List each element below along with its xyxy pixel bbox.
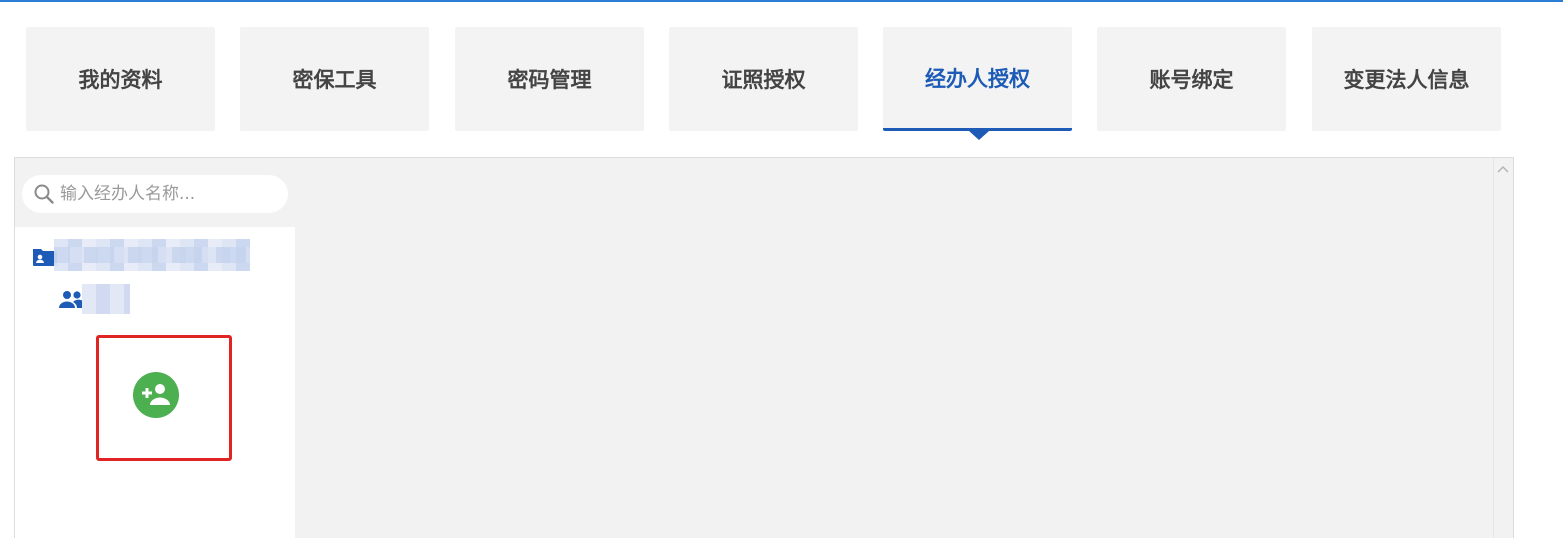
tab-agent-authorization[interactable]: 经办人授权 — [883, 27, 1072, 131]
tree-group-node[interactable] — [58, 284, 148, 314]
tab-security-tools[interactable]: 密保工具 — [240, 27, 429, 131]
vertical-scrollbar[interactable] — [1493, 158, 1513, 538]
tab-label: 账号绑定 — [1149, 68, 1234, 92]
tab-label: 密码管理 — [507, 68, 592, 92]
highlight-box — [96, 335, 232, 461]
page: 我的资料 密保工具 密码管理 证照授权 经办人授权 账号绑定 变更法人信息 — [0, 0, 1563, 538]
active-tab-indicator — [969, 131, 989, 140]
tab-label: 密保工具 — [292, 68, 377, 92]
search-icon — [34, 184, 54, 204]
add-agent-button[interactable] — [133, 372, 179, 418]
agent-sidebar — [15, 158, 296, 538]
search-input[interactable] — [60, 181, 275, 207]
agent-tree — [15, 227, 295, 538]
blurred-group-name — [82, 284, 130, 314]
tree-org-node[interactable] — [32, 239, 272, 271]
tab-password-management[interactable]: 密码管理 — [455, 27, 644, 131]
blurred-org-name — [54, 239, 250, 271]
tab-change-legal-person[interactable]: 变更法人信息 — [1312, 27, 1501, 131]
tab-label: 变更法人信息 — [1343, 68, 1470, 92]
agent-authorization-panel — [14, 157, 1514, 538]
add-user-icon — [142, 384, 170, 405]
tab-label: 经办人授权 — [925, 66, 1030, 91]
tab-bar: 我的资料 密保工具 密码管理 证照授权 经办人授权 账号绑定 变更法人信息 — [0, 0, 1563, 150]
tab-label: 我的资料 — [78, 68, 163, 92]
tab-account-binding[interactable]: 账号绑定 — [1097, 27, 1286, 131]
scroll-up-icon[interactable] — [1497, 164, 1509, 174]
tab-label: 证照授权 — [721, 68, 806, 92]
search-box — [22, 175, 288, 213]
tab-my-profile[interactable]: 我的资料 — [26, 27, 215, 131]
tab-license-authorization[interactable]: 证照授权 — [669, 27, 858, 131]
